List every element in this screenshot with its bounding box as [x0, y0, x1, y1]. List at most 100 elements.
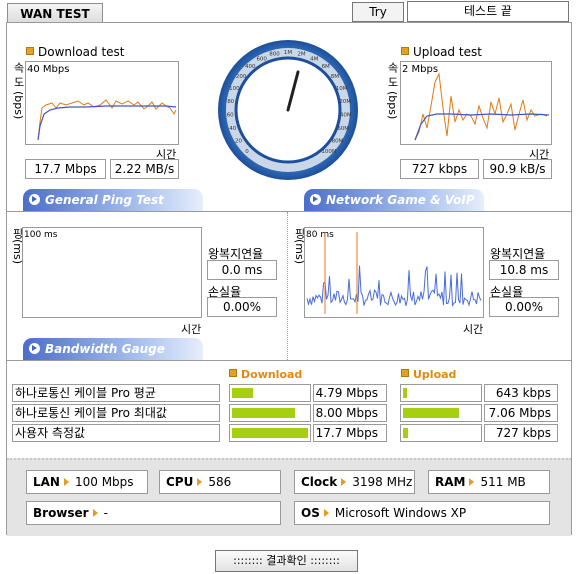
- game-trace: [306, 232, 482, 314]
- upload-bar: [400, 424, 482, 442]
- tab-general-ping-test[interactable]: General Ping Test: [23, 189, 203, 211]
- gauge-tick-label: 4M: [310, 56, 318, 62]
- download-value: 17.7 Mbps: [313, 424, 387, 442]
- ram-info: RAM 511 MB: [428, 470, 550, 494]
- gauge-tick-label: 20M: [339, 99, 351, 105]
- divider-line: [7, 211, 571, 212]
- speed-gauge: 0 20 40 60 80 100 200 400 600 800 1M 2M 4M 6M 8M 10M 20M…: [216, 38, 360, 182]
- bandwidth-row-label: 사용자 측정값: [12, 424, 220, 442]
- download-title-text: Download test: [38, 45, 125, 59]
- clock-info: Clock 3198 MHz: [294, 470, 415, 494]
- gauge-tick-label: 0: [245, 149, 249, 155]
- tab-wan-test[interactable]: WAN TEST: [7, 3, 103, 23]
- bullet-icon: [229, 369, 237, 377]
- arrow-right-icon: [197, 478, 203, 486]
- download-value: 4.79 Mbps: [313, 384, 387, 402]
- gauge-tick-label: 100M: [321, 149, 336, 155]
- upload-y-label: 속 도 (bps): [386, 62, 399, 120]
- upload-title: Upload test: [401, 45, 482, 59]
- status-display: 테스트 끝: [407, 1, 569, 22]
- gauge-tick-label: 8M: [331, 74, 339, 80]
- upload-graph: 2 Mbps: [400, 61, 552, 145]
- upload-bar-fill: [403, 408, 459, 418]
- upload-speed-bytes: 90.9 kB/s: [483, 159, 552, 179]
- download-y-label: 속 도 (bps): [12, 62, 25, 120]
- bandwidth-upload-header: Upload: [401, 368, 456, 381]
- upload-trace: [414, 72, 550, 141]
- upload-title-text: Upload test: [413, 45, 482, 59]
- upload-value: 643 kbps: [484, 384, 558, 402]
- lan-value: 100 Mbps: [74, 475, 134, 489]
- ram-value: 511 MB: [480, 475, 526, 489]
- upload-bar-fill: [403, 388, 407, 398]
- download-bar-fill: [232, 428, 308, 438]
- upload-speed-bps: 727 kbps: [400, 159, 479, 179]
- download-header-text: Download: [241, 368, 303, 381]
- ram-label: RAM: [435, 475, 466, 489]
- bandwidth-download-header: Download: [229, 368, 302, 381]
- play-icon: [310, 194, 321, 205]
- lan-info: LAN 100 Mbps: [26, 470, 148, 494]
- gauge-tick-label: 40M: [340, 113, 352, 119]
- upload-bar: [400, 404, 482, 422]
- gauge-tick-label: 80M: [332, 138, 344, 144]
- download-speed-bytes: 2.22 MB/s: [110, 159, 179, 179]
- download-graph: 40 Mbps: [25, 61, 179, 145]
- gauge-tick-label: 200: [236, 74, 247, 80]
- clock-label: Clock: [301, 475, 338, 489]
- bandwidth-row-label: 하나로통신 케이블 Pro 최대값: [12, 404, 220, 422]
- gauge-tick-label: 800: [269, 52, 280, 58]
- gauge-dial: 020 40 60 80 100 200 400600800 1M 2M 4M 6M8M 10M 20M…: [218, 40, 358, 180]
- tab-network-game-voip-test[interactable]: Network Game & VoIP Test: [304, 189, 484, 229]
- download-bar: [229, 404, 311, 422]
- gauge-tick-label: 20: [235, 138, 242, 144]
- ping-tab-label: General Ping Test: [45, 193, 164, 207]
- download-trace: [37, 99, 177, 141]
- cpu-value: 586: [208, 475, 232, 489]
- download-bar-fill: [232, 388, 253, 398]
- divider-vertical: [287, 212, 289, 360]
- game-x-label: 시간: [463, 323, 484, 336]
- arrow-right-icon: [323, 509, 329, 517]
- browser-info: Browser -: [26, 501, 281, 525]
- browser-value: -: [103, 506, 108, 520]
- download-title: Download test: [26, 45, 125, 59]
- gauge-tick-label: 600: [256, 56, 267, 62]
- bandwidth-row-label-text: 사용자 측정값: [15, 426, 86, 440]
- ping-x-label: 시간: [181, 323, 202, 336]
- bullet-icon: [26, 47, 34, 55]
- gauge-tick-label: 60M: [337, 126, 349, 132]
- lan-label: LAN: [33, 475, 60, 489]
- cpu-info: CPU 586: [159, 470, 281, 494]
- arrow-right-icon: [469, 478, 475, 486]
- game-ping-series: [306, 265, 482, 307]
- download-bar: [229, 424, 311, 442]
- cpu-label: CPU: [166, 475, 194, 489]
- gauge-tick-label: 2M: [297, 52, 305, 58]
- download-value: 8.00 Mbps: [313, 404, 387, 422]
- upload-bar-fill: [403, 428, 408, 438]
- try-again-button[interactable]: Try again: [352, 2, 404, 37]
- arrow-right-icon: [63, 478, 69, 486]
- gauge-tick-label: 400: [245, 64, 256, 70]
- bandwidth-row-label-text: 하나로통신 케이블 Pro 최대값: [15, 406, 167, 420]
- download-bar: [229, 384, 311, 402]
- bullet-icon: [401, 47, 409, 55]
- play-icon: [29, 343, 40, 354]
- os-label: OS: [301, 506, 320, 520]
- game-latency-value: 10.8 ms: [489, 260, 559, 280]
- gauge-tick-label: 1M: [284, 50, 292, 56]
- gauge-tick-label: 60: [227, 113, 234, 119]
- os-value: Microsoft Windows XP: [334, 506, 467, 520]
- confirm-results-button[interactable]: :::::::: 결과확인 ::::::::: [215, 550, 358, 572]
- bandwidth-row-label-text: 하나로통신 케이블 Pro 평균: [15, 386, 156, 400]
- upload-value: 727 kbps: [484, 424, 558, 442]
- arrow-right-icon: [341, 478, 347, 486]
- arrow-right-icon: [92, 509, 98, 517]
- download-bar-fill: [232, 408, 295, 418]
- os-info: OS Microsoft Windows XP: [294, 501, 550, 525]
- gauge-tick-label: 100: [229, 86, 240, 92]
- bandwidth-row-label: 하나로통신 케이블 Pro 평균: [12, 384, 220, 402]
- upload-bar: [400, 384, 482, 402]
- tab-bandwidth-gauge[interactable]: Bandwidth Gauge: [23, 338, 203, 360]
